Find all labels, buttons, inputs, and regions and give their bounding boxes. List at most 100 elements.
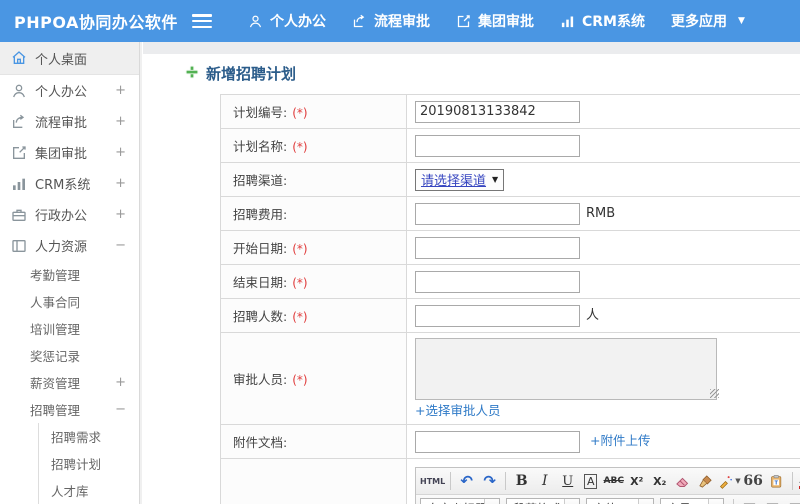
approver-textarea[interactable] — [415, 338, 717, 400]
table-row: 审批人员: (*) +选择审批人员 — [220, 332, 800, 425]
redo-button[interactable]: ↷ — [479, 471, 500, 492]
sidebar-item-crm-system[interactable]: CRM系统 + — [0, 168, 139, 199]
collapse-minus-icon[interactable]: − — [115, 238, 126, 253]
custom-title-select[interactable]: 自定义标题▼ — [420, 497, 500, 504]
hamburger-menu-icon[interactable] — [192, 14, 212, 28]
required-mark: (*) — [292, 106, 308, 120]
expand-plus-icon[interactable]: + — [115, 114, 126, 129]
sidebar-item-recruit-demand[interactable]: 招聘需求 — [39, 423, 139, 450]
plan-name-label: 计划名称: — [233, 139, 288, 154]
sidebar-item-hr-contract[interactable]: 人事合同 — [0, 288, 139, 315]
format-painter-button[interactable]: ▼ — [718, 471, 741, 492]
sidebar-item-human-resources[interactable]: 人力资源 − — [0, 230, 139, 261]
recruit-plan-form: 计划编号: (*) 计划名称: (*) 招聘渠道: 请选择渠道 ▼ 招聘费用: RM… — [220, 94, 800, 504]
expand-plus-icon[interactable]: + — [115, 176, 126, 191]
app-logo: PHPOA协同办公软件 — [14, 13, 178, 32]
editor-toolbar-row-1: HTML ↶ ↷ B I U A ABC X² X₂ ▼ 66 T — [416, 468, 800, 495]
end-date-input[interactable] — [415, 270, 580, 293]
collapse-minus-icon[interactable]: − — [115, 402, 126, 417]
user-icon — [11, 83, 27, 99]
align-center-button[interactable] — [762, 498, 783, 504]
sidebar-item-rewards[interactable]: 奖惩记录 — [0, 342, 139, 369]
superscript-button[interactable]: X² — [626, 471, 647, 492]
headcount-unit: 人 — [586, 308, 600, 324]
sidebar-item-personal-office[interactable]: 个人办公 + — [0, 75, 139, 106]
rich-text-editor: HTML ↶ ↷ B I U A ABC X² X₂ ▼ 66 T — [415, 467, 800, 504]
underline-button[interactable]: U — [557, 471, 578, 492]
table-row: 开始日期: (*) — [220, 230, 800, 265]
expand-plus-icon[interactable]: + — [115, 207, 126, 222]
paragraph-format-select[interactable]: 段落格式▼ — [506, 497, 580, 504]
attachment-input[interactable] — [415, 430, 580, 453]
autotypeset-button[interactable]: A — [580, 471, 601, 492]
end-date-label: 结束日期: — [233, 275, 288, 290]
expand-plus-icon[interactable]: + — [115, 375, 126, 390]
sidebar-item-training[interactable]: 培训管理 — [0, 315, 139, 342]
subscript-button[interactable]: X₂ — [649, 471, 670, 492]
nav-more-apps[interactable]: 更多应用 ▼ — [671, 11, 745, 31]
sidebar-item-group-approval[interactable]: 集团审批 + — [0, 137, 139, 168]
clear-format-button[interactable] — [695, 471, 716, 492]
book-icon — [11, 238, 27, 254]
process-arrow-icon — [352, 14, 367, 29]
required-mark: (*) — [292, 140, 308, 154]
table-row: 招聘渠道: 请选择渠道 ▼ — [220, 162, 800, 197]
html-source-button[interactable]: HTML — [420, 471, 445, 492]
plan-name-input[interactable] — [415, 134, 580, 157]
sidebar-item-attendance[interactable]: 考勤管理 — [0, 261, 139, 288]
briefcase-icon — [11, 207, 27, 223]
strikethrough-button[interactable]: ABC — [603, 471, 624, 492]
resize-grip-icon[interactable] — [710, 389, 719, 398]
main-content: 新增招聘计划 计划编号: (*) 计划名称: (*) 招聘渠道: 请选择渠道 ▼ 招… — [143, 42, 800, 504]
sidebar-item-recruit-plan[interactable]: 招聘计划 — [39, 450, 139, 477]
cost-unit: RMB — [586, 206, 616, 221]
font-family-select[interactable]: 字体▼ — [586, 497, 654, 504]
required-mark: (*) — [292, 373, 308, 387]
bar-chart-icon — [560, 14, 575, 29]
required-mark: (*) — [292, 242, 308, 256]
chevron-down-icon: ▼ — [484, 498, 499, 504]
sidebar-item-talent-pool[interactable]: 人才库 — [39, 477, 139, 504]
edit-square-icon — [11, 145, 27, 161]
italic-button[interactable]: I — [534, 471, 555, 492]
user-icon — [248, 14, 263, 29]
align-right-button[interactable] — [785, 498, 800, 504]
blockquote-button[interactable]: 66 — [743, 471, 764, 492]
plan-no-input[interactable] — [415, 100, 580, 123]
align-left-button[interactable] — [739, 498, 760, 504]
sidebar-item-personal-desktop[interactable]: 个人桌面 — [0, 42, 139, 75]
expand-plus-icon[interactable]: + — [115, 83, 126, 98]
nav-workflow-approval[interactable]: 流程审批 — [352, 11, 430, 31]
content-top-strip — [143, 42, 800, 54]
sidebar: 个人桌面 个人办公 + 流程审批 + 集团审批 + CRM系统 + 行政办公 +… — [0, 42, 140, 504]
select-approver-link[interactable]: +选择审批人员 — [415, 403, 500, 418]
expand-plus-icon[interactable]: + — [115, 145, 126, 160]
sidebar-item-admin-office[interactable]: 行政办公 + — [0, 199, 139, 230]
attachment-label: 附件文档: — [233, 435, 288, 450]
sidebar-item-salary[interactable]: 薪资管理 + — [0, 369, 139, 396]
edit-square-icon — [456, 14, 471, 29]
undo-button[interactable]: ↶ — [456, 471, 477, 492]
attachment-upload-link[interactable]: +附件上传 — [590, 433, 650, 448]
table-row: 结束日期: (*) — [220, 264, 800, 299]
sidebar-item-recruit-mgmt[interactable]: 招聘管理 − — [0, 396, 139, 423]
nav-personal-office[interactable]: 个人办公 — [248, 11, 326, 31]
eraser-button[interactable] — [672, 471, 693, 492]
nav-group-approval[interactable]: 集团审批 — [456, 11, 534, 31]
editor-toolbar-row-2: 自定义标题▼ 段落格式▼ 字体▼ 字号▼ — [416, 495, 800, 504]
start-date-label: 开始日期: — [233, 241, 288, 256]
table-row: 招聘人数: (*) 人 — [220, 298, 800, 333]
channel-select[interactable]: 请选择渠道 ▼ — [415, 168, 505, 191]
font-size-select[interactable]: 字号▼ — [660, 497, 724, 504]
start-date-input[interactable] — [415, 236, 580, 259]
chevron-down-icon: ▼ — [492, 175, 499, 184]
nav-crm-system[interactable]: CRM系统 — [560, 11, 645, 31]
table-row: 附件文档: +附件上传 — [220, 424, 800, 459]
channel-label: 招聘渠道: — [233, 173, 288, 188]
chevron-down-icon: ▼ — [738, 16, 745, 26]
bold-button[interactable]: B — [511, 471, 532, 492]
headcount-input[interactable] — [415, 304, 580, 327]
paste-text-button[interactable]: T — [766, 471, 787, 492]
sidebar-item-workflow-approval[interactable]: 流程审批 + — [0, 106, 139, 137]
cost-input[interactable] — [415, 202, 580, 225]
